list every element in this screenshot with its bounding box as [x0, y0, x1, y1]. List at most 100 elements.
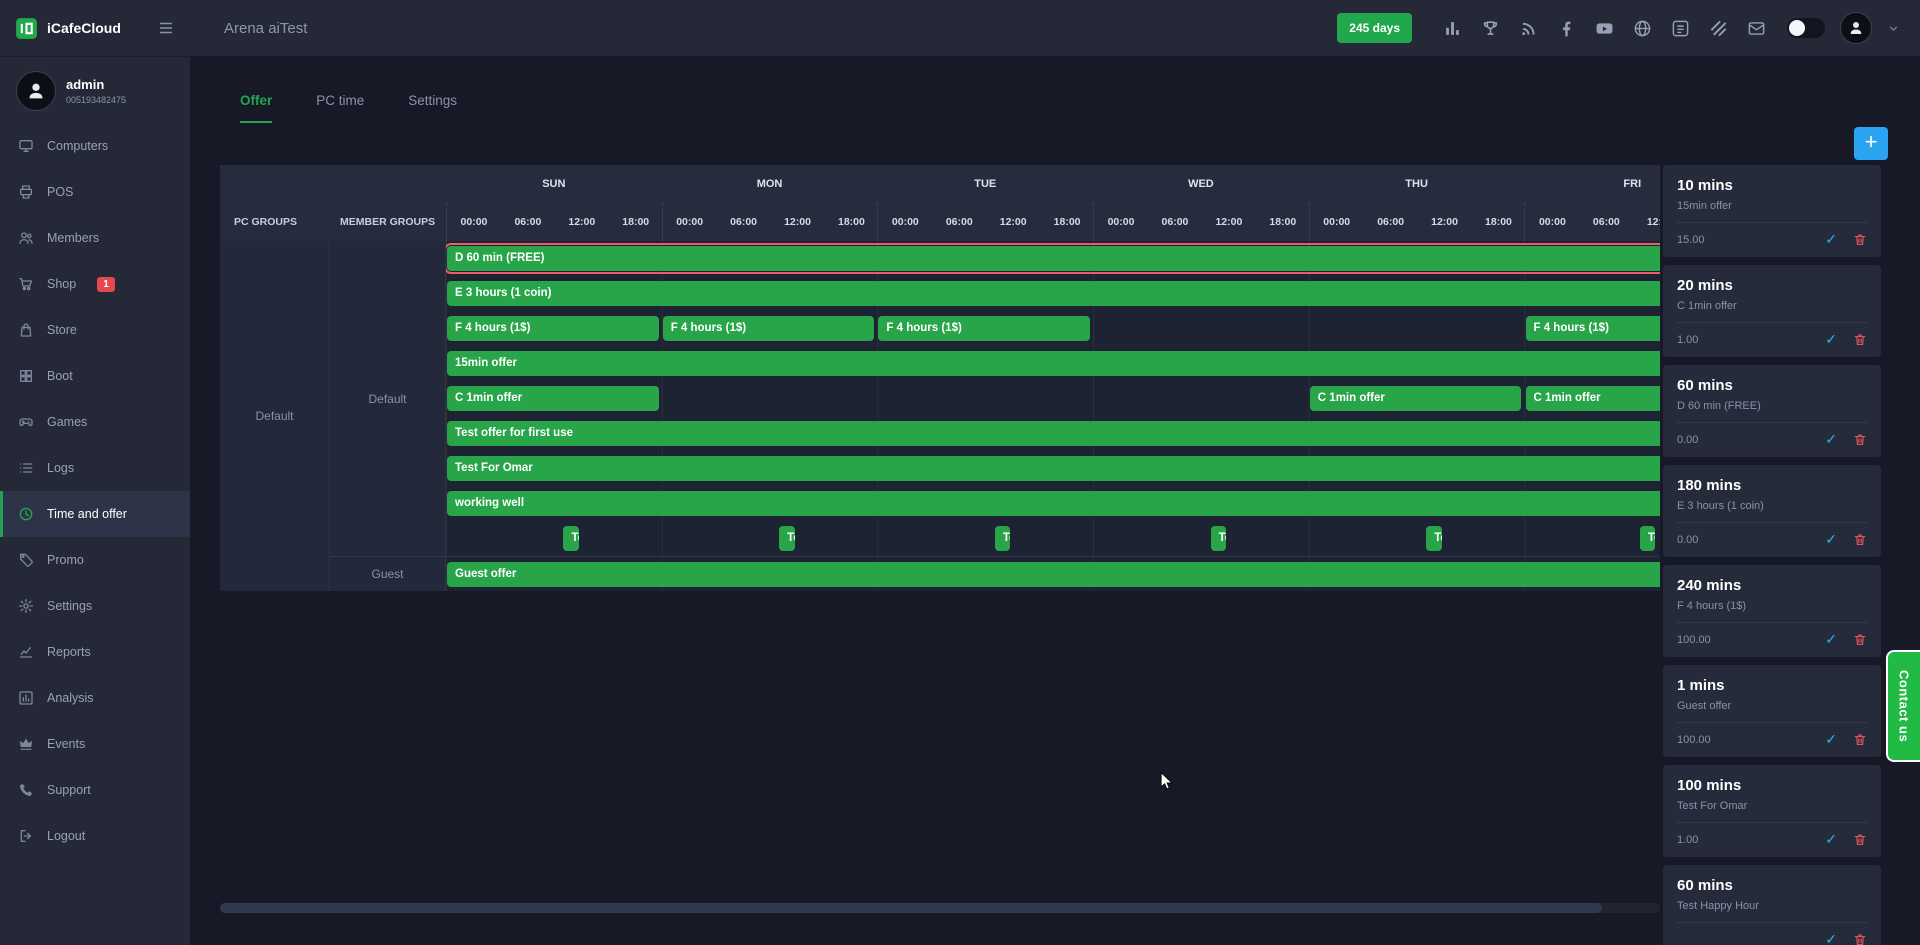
offer-bar[interactable]: working well [447, 491, 1660, 516]
sidebar-item-games[interactable]: Games [0, 399, 190, 445]
offer-card: 60 mins Test Happy Hour ✓ [1663, 865, 1881, 945]
delete-offer-icon[interactable] [1853, 532, 1867, 547]
time-tick: 12:00 [1633, 203, 1660, 241]
offer-footer: 0.00 ✓ [1677, 522, 1867, 548]
stats-icon[interactable] [1443, 19, 1462, 38]
tab-offer[interactable]: Offer [240, 93, 272, 123]
sidebar-item-events[interactable]: Events [0, 721, 190, 767]
offer-bar[interactable]: C 1min offer [1526, 386, 1661, 411]
offer-enabled-check-icon[interactable]: ✓ [1825, 731, 1837, 748]
user-avatar[interactable] [1840, 12, 1872, 44]
sidebar-item-logout[interactable]: Logout [0, 813, 190, 859]
delete-offer-icon[interactable] [1853, 232, 1867, 247]
offer-card: 100 mins Test For Omar 1.00 ✓ [1663, 765, 1881, 857]
user-id: 005193482475 [66, 95, 126, 105]
offer-bar[interactable]: Test Happy Hour [1426, 526, 1441, 551]
offer-duration: 60 mins [1677, 877, 1867, 894]
sidebar-item-settings[interactable]: Settings [0, 583, 190, 629]
time-tick: 00:00 [663, 203, 717, 241]
sidebar-item-computers[interactable]: Computers [0, 123, 190, 169]
sidebar-item-label: Boot [47, 369, 73, 383]
facebook-icon[interactable] [1557, 19, 1576, 38]
delete-offer-icon[interactable] [1853, 632, 1867, 647]
globe-icon[interactable] [1633, 19, 1652, 38]
time-tick: 06:00 [501, 203, 555, 241]
sidebar-item-members[interactable]: Members [0, 215, 190, 261]
horizontal-scrollbar[interactable] [220, 903, 1660, 913]
schedule-header: PC GROUPS MEMBER GROUPS SUNMONTUEWEDTHUF… [220, 165, 1660, 241]
offer-price: 15.00 [1677, 234, 1705, 246]
offer-duration: 10 mins [1677, 177, 1867, 194]
offer-enabled-check-icon[interactable]: ✓ [1825, 831, 1837, 848]
contact-us-button[interactable]: Contact us [1886, 650, 1920, 762]
offer-bar[interactable]: Guest offer [447, 562, 1660, 587]
offer-bar[interactable]: F 4 hours (1$) [663, 316, 875, 341]
offer-bar[interactable]: F 4 hours (1$) [1526, 316, 1661, 341]
offer-bar[interactable]: Test Happy Hour [779, 526, 794, 551]
rss-icon[interactable] [1519, 19, 1538, 38]
day-header-tue: TUE [877, 165, 1093, 203]
sidebar-item-promo[interactable]: Promo [0, 537, 190, 583]
delete-offer-icon[interactable] [1853, 332, 1867, 347]
delete-offer-icon[interactable] [1853, 432, 1867, 447]
delete-offer-icon[interactable] [1853, 832, 1867, 847]
support-icon [18, 782, 34, 798]
monitor-icon [18, 138, 34, 154]
chevron-down-icon[interactable] [1887, 22, 1900, 35]
sidebar-item-support[interactable]: Support [0, 767, 190, 813]
offer-footer: 100.00 ✓ [1677, 722, 1867, 748]
offer-bar[interactable]: F 4 hours (1$) [447, 316, 659, 341]
delete-offer-icon[interactable] [1853, 932, 1867, 945]
hamburger-menu-icon[interactable] [156, 19, 176, 37]
offer-enabled-check-icon[interactable]: ✓ [1825, 331, 1837, 348]
layers-icon[interactable] [1709, 19, 1728, 38]
offer-bar[interactable]: C 1min offer [447, 386, 659, 411]
offer-bar[interactable]: Test For Omar [447, 456, 1660, 481]
offer-bar[interactable]: Test Happy Hour [995, 526, 1010, 551]
scrollbar-thumb[interactable] [220, 903, 1602, 913]
add-offer-button[interactable]: + [1854, 127, 1888, 160]
offer-bar[interactable]: E 3 hours (1 coin) [447, 281, 1660, 306]
sidebar-item-analysis[interactable]: Analysis [0, 675, 190, 721]
offer-duration: 20 mins [1677, 277, 1867, 294]
invoice-icon[interactable] [1671, 19, 1690, 38]
offer-bar[interactable]: C 1min offer [1310, 386, 1522, 411]
theme-toggle[interactable] [1787, 18, 1825, 38]
offer-enabled-check-icon[interactable]: ✓ [1825, 631, 1837, 648]
sidebar-item-time-and-offer[interactable]: Time and offer [0, 491, 190, 537]
offer-enabled-check-icon[interactable]: ✓ [1825, 231, 1837, 248]
sidebar-item-store[interactable]: Store [0, 307, 190, 353]
sidebar-user[interactable]: admin 005193482475 [0, 57, 190, 119]
subscription-days-badge[interactable]: 245 days [1337, 13, 1412, 43]
tab-pc-time[interactable]: PC time [316, 93, 364, 123]
sidebar-item-boot[interactable]: Boot [0, 353, 190, 399]
mail-icon[interactable] [1747, 19, 1766, 38]
offer-enabled-check-icon[interactable]: ✓ [1825, 531, 1837, 548]
tick-group: 00:0006:0012:0018:00 [1524, 203, 1660, 241]
boot-icon [18, 368, 34, 384]
offer-name: E 3 hours (1 coin) [1677, 500, 1867, 512]
offer-bar[interactable]: Test Happy Hour [1640, 526, 1655, 551]
trophy-icon[interactable] [1481, 19, 1500, 38]
sidebar-item-pos[interactable]: POS [0, 169, 190, 215]
offer-bar[interactable]: Test Happy Hour [563, 526, 578, 551]
offer-enabled-check-icon[interactable]: ✓ [1825, 931, 1837, 945]
sidebar-item-reports[interactable]: Reports [0, 629, 190, 675]
offer-price: 100.00 [1677, 634, 1711, 646]
pc-group-cell: Default [220, 241, 330, 591]
day-header-sun: SUN [446, 165, 662, 203]
sidebar-item-label: Store [47, 323, 77, 337]
offer-bar[interactable]: Test Happy Hour [1211, 526, 1226, 551]
youtube-icon[interactable] [1595, 19, 1614, 38]
sidebar-item-shop[interactable]: Shop 1 [0, 261, 190, 307]
offer-bar[interactable]: F 4 hours (1$) [878, 316, 1090, 341]
sidebar-item-logs[interactable]: Logs [0, 445, 190, 491]
tab-settings[interactable]: Settings [408, 93, 457, 123]
time-tick: 18:00 [1472, 203, 1526, 241]
sidebar-item-label: Promo [47, 553, 84, 567]
delete-offer-icon[interactable] [1853, 732, 1867, 747]
offer-enabled-check-icon[interactable]: ✓ [1825, 431, 1837, 448]
offer-bar[interactable]: D 60 min (FREE) [447, 246, 1660, 271]
offer-bar[interactable]: Test offer for first use [447, 421, 1660, 446]
offer-bar[interactable]: 15min offer [447, 351, 1660, 376]
